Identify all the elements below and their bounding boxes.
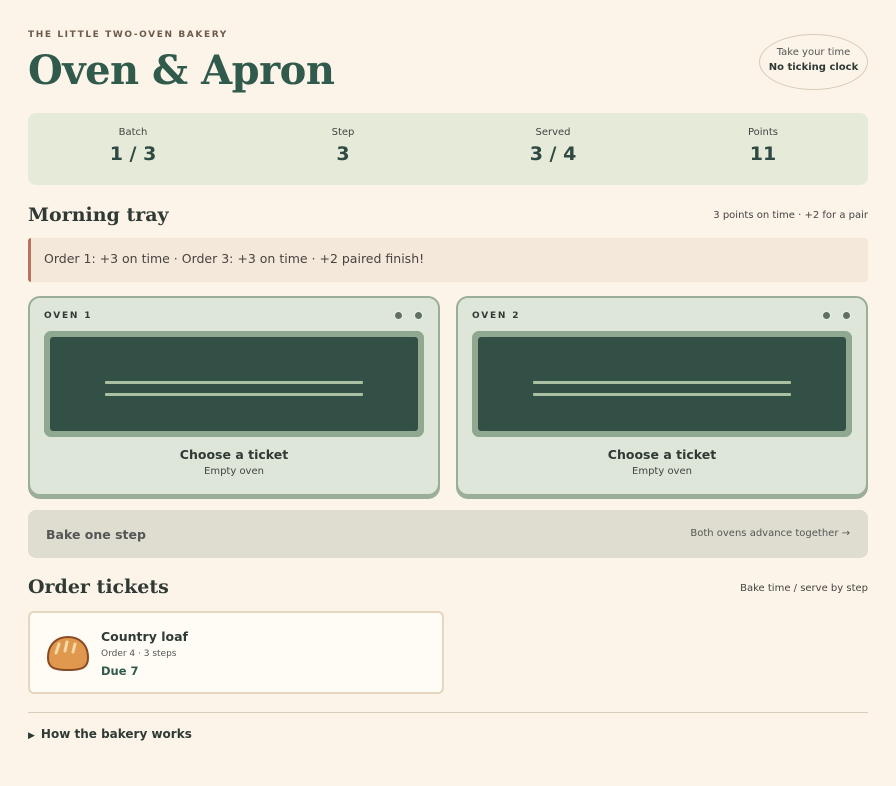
tray-title: Morning tray (28, 204, 169, 226)
how-it-works-toggle[interactable]: ▶ How the bakery works (28, 727, 192, 741)
oven-knob-icon (822, 311, 831, 320)
stat-value: 3 (336, 143, 350, 165)
ticket-name: Country loaf (101, 629, 188, 644)
bake-step-label: Bake one step (46, 527, 146, 542)
tray-note: 3 points on time · +2 for a pair (713, 210, 868, 221)
stat-served: Served 3 / 4 (448, 113, 658, 185)
oven-status: Choose a ticket (179, 447, 289, 462)
oven-2-card[interactable]: OVEN 2 Choose a ticket Empty oven (456, 296, 868, 496)
no-clock-badge: Take your time No ticking clock (759, 34, 868, 90)
oven-knob-icon (414, 311, 423, 320)
oven-1-card[interactable]: OVEN 1 Choose a ticket Empty oven (28, 296, 440, 496)
oven-window (472, 331, 852, 437)
stat-value: 3 / 4 (529, 143, 577, 165)
oven-interior (50, 337, 418, 431)
oven-rack (533, 393, 791, 396)
tickets-note: Bake time / serve by step (740, 583, 868, 594)
stat-label: Served (535, 127, 571, 138)
oven-label: OVEN 1 (44, 311, 93, 321)
oven-substatus: Empty oven (204, 466, 264, 477)
oven-rack (105, 381, 363, 384)
oven-label: OVEN 2 (472, 311, 521, 321)
bake-step-hint: Both ovens advance together → (690, 528, 850, 539)
stat-step: Step 3 (238, 113, 448, 185)
stat-label: Step (331, 127, 355, 138)
oven-knob-icon (842, 311, 851, 320)
stat-value: 1 / 3 (109, 143, 157, 165)
badge-line-1: Take your time (776, 47, 851, 58)
oven-window (44, 331, 424, 437)
oven-interior (478, 337, 846, 431)
page-title: Oven & Apron (28, 47, 335, 94)
stat-points: Points 11 (658, 113, 868, 185)
divider (28, 712, 868, 713)
tickets-title: Order tickets (28, 576, 169, 598)
score-alert: Order 1: +3 on time · Order 3: +3 on tim… (28, 238, 868, 282)
stat-value: 11 (749, 143, 777, 165)
oven-rack (105, 393, 363, 396)
oven-substatus: Empty oven (632, 466, 692, 477)
stat-batch: Batch 1 / 3 (28, 113, 238, 185)
bake-step-button[interactable]: Bake one step Both ovens advance togethe… (28, 510, 868, 558)
stat-label: Points (747, 127, 779, 138)
bread-loaf-icon (45, 634, 91, 678)
ticket-due: Due 7 (101, 664, 139, 678)
oven-rack (533, 381, 791, 384)
badge-line-2: No ticking clock (768, 62, 859, 73)
caret-right-icon: ▶ (28, 731, 35, 741)
stats-bar: Batch 1 / 3 Step 3 Served 3 / 4 Points 1… (28, 113, 868, 185)
order-ticket[interactable]: Country loaf Order 4 · 3 steps Due 7 (28, 611, 444, 694)
oven-knob-icon (394, 311, 403, 320)
how-it-works-label: How the bakery works (40, 727, 192, 741)
oven-status: Choose a ticket (607, 447, 717, 462)
stat-label: Batch (118, 127, 148, 138)
ticket-meta: Order 4 · 3 steps (101, 649, 177, 659)
bakery-eyebrow: THE LITTLE TWO-OVEN BAKERY (28, 30, 228, 40)
